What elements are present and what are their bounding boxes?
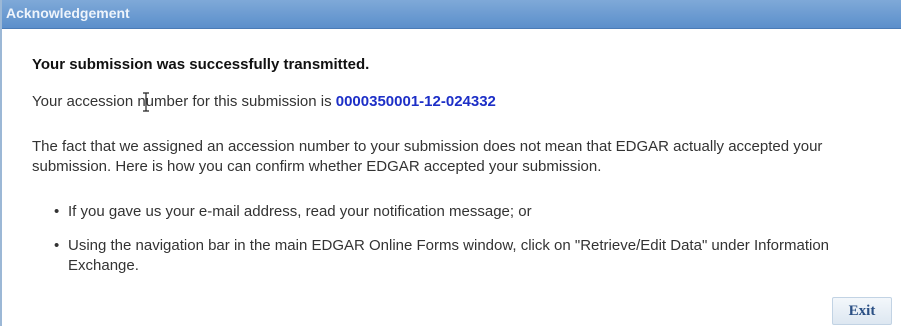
list-item: • Using the navigation bar in the main ED…: [54, 236, 884, 276]
dialog-title: Acknowledgement: [6, 5, 130, 21]
exit-button[interactable]: Exit: [832, 297, 892, 325]
acknowledgement-dialog: Acknowledgement Your submission was succ…: [0, 0, 901, 326]
text-cursor-icon: [143, 92, 149, 112]
dialog-titlebar: Acknowledgement: [2, 0, 901, 29]
accession-prefix: Your accession number for this submissio…: [32, 93, 336, 110]
accession-number: 0000350001-12-024332: [335, 93, 496, 110]
list-item-text: If you gave us your e-mail address, read…: [68, 203, 532, 220]
confirmation-paragraph: The fact that we assigned an accession n…: [32, 138, 823, 175]
list-item-text: Using the navigation bar in the main EDG…: [68, 237, 830, 274]
success-message: Your submission was successfully transmi…: [32, 56, 370, 73]
accession-line: Your accession number for this submissio…: [32, 93, 496, 110]
bullet-icon: •: [54, 237, 60, 254]
bullet-icon: •: [54, 203, 60, 220]
list-item: • If you gave us your e-mail address, rea…: [54, 202, 532, 222]
